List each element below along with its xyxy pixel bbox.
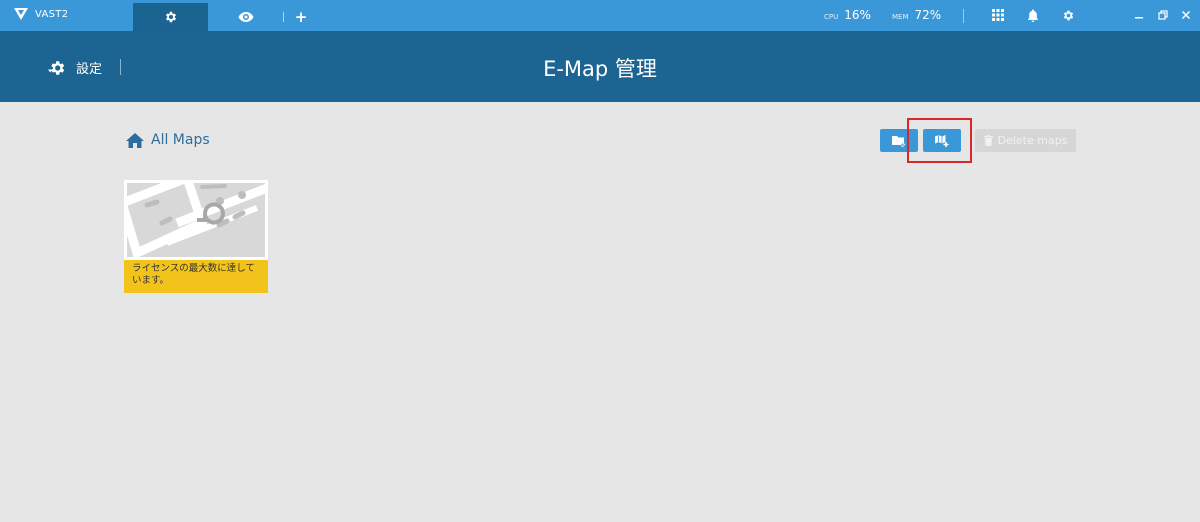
tab-settings[interactable] [133,3,208,31]
mem-stat: MEM 72% [892,8,941,22]
google-map-placeholder-icon [127,183,265,257]
gear-icon [165,11,176,23]
tab-divider [283,12,284,22]
topbar-divider [963,9,964,23]
eye-icon [238,12,253,22]
app-brand: VAST2 [14,8,68,20]
delete-maps-button[interactable]: Delete maps [975,129,1076,152]
delete-maps-label: Delete maps [997,134,1068,147]
page-title: E-Map 管理 [543,57,657,81]
bell-icon [1028,9,1038,22]
minimize-button[interactable] [1133,9,1145,21]
cpu-stat: CPU 16% [824,8,871,22]
home-icon [126,132,144,148]
apps-button[interactable] [991,8,1005,22]
settings-button[interactable] [1061,8,1075,22]
cpu-value: 16% [844,8,871,22]
license-warning: ライセンスの最大数に達しています。 [124,260,268,293]
mem-value: 72% [914,8,942,22]
top-bar: VAST2 + CPU 16% MEM 72% [0,0,1200,31]
highlight-box [907,118,972,163]
page-header: 設定 E-Map 管理 [0,31,1200,102]
breadcrumb[interactable]: All Maps [126,132,210,148]
map-thumbnail[interactable] [124,180,268,260]
trash-icon [983,135,993,146]
restore-icon [1158,10,1168,20]
breadcrumb-all-maps[interactable]: All Maps [151,132,210,148]
close-button[interactable] [1180,9,1192,21]
app-name: VAST2 [35,8,69,20]
restore-button[interactable] [1157,9,1169,21]
plus-icon: + [294,8,308,26]
cpu-label: CPU [824,13,839,21]
vast-logo-icon [14,8,28,20]
map-card[interactable]: ライセンスの最大数に達しています。 [124,180,268,293]
folder-add-icon [892,135,905,147]
minimize-icon [1135,17,1143,19]
mem-label: MEM [892,13,909,21]
notifications-button[interactable] [1026,8,1040,22]
add-tab-button[interactable]: + [290,5,312,29]
close-icon [1181,10,1191,20]
gear-icon [1063,10,1073,20]
grid-icon [992,9,1004,21]
tab-monitor[interactable] [208,3,283,31]
